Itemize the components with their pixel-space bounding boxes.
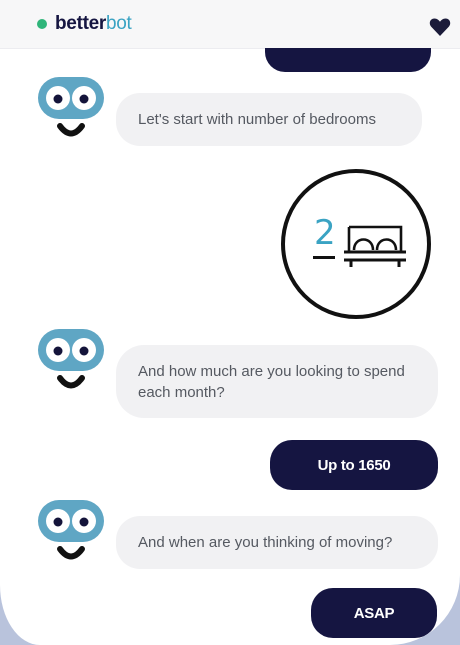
chat-screen: betterbot Let's start with number of bed…	[0, 0, 460, 645]
brand-light: bot	[106, 13, 132, 34]
previous-user-bubble	[265, 48, 431, 72]
user-message: ASAP	[311, 588, 437, 638]
bot-avatar	[38, 329, 104, 389]
bed-icon	[344, 225, 406, 267]
online-status-dot	[37, 19, 47, 29]
bedroom-selection-bubble: 2	[281, 169, 431, 319]
bot-message: And when are you thinking of moving?	[116, 516, 438, 569]
brand-logo: betterbot	[55, 13, 132, 35]
heart-icon[interactable]	[429, 17, 451, 37]
chat-header: betterbot	[0, 0, 460, 49]
brand-bold: better	[55, 13, 106, 34]
bot-avatar	[38, 500, 104, 560]
user-message: Up to 1650	[270, 440, 438, 490]
bedroom-count: 2	[314, 213, 336, 253]
count-underline	[313, 256, 335, 259]
bot-message: Let's start with number of bedrooms	[116, 93, 422, 146]
bot-avatar	[38, 77, 104, 137]
bot-message: And how much are you looking to spend ea…	[116, 345, 438, 418]
